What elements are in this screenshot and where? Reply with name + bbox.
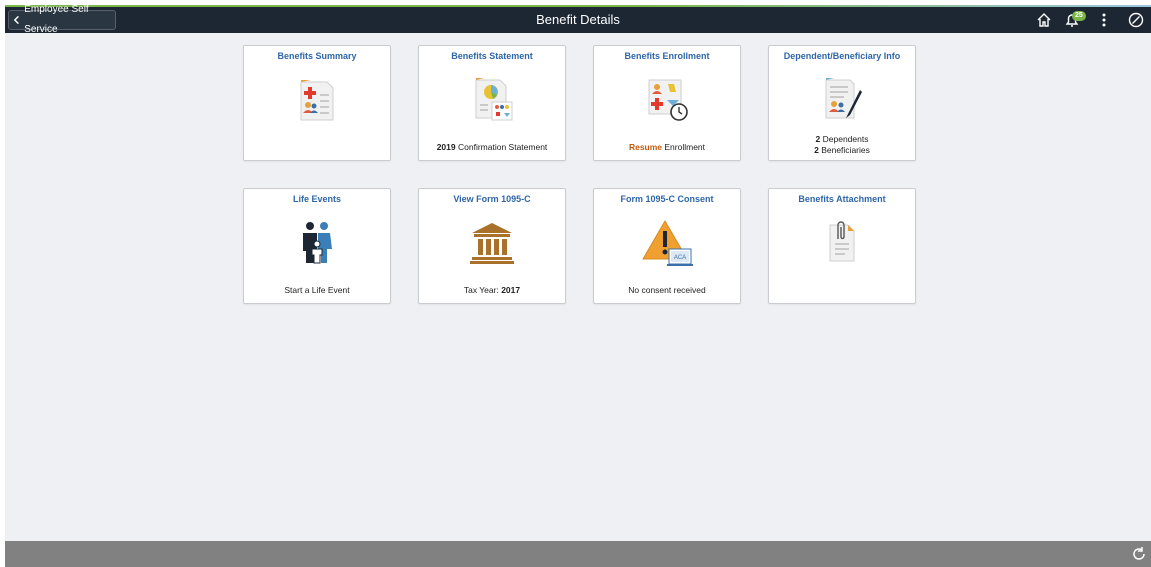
- tile-benefits-summary[interactable]: Benefits Summary: [243, 45, 391, 161]
- tile-benefits-enrollment[interactable]: Benefits Enrollment Resume Enrollment: [593, 45, 741, 161]
- tile-title: Dependent/Beneficiary Info: [783, 51, 901, 61]
- tile-status: Resume Enrollment: [628, 142, 706, 152]
- header-bar: Employee Self Service Benefit Details 25: [5, 4, 1151, 35]
- bank-building-icon: [470, 223, 514, 264]
- tile-benefits-attachment[interactable]: Benefits Attachment: [768, 188, 916, 304]
- notification-badge: 25: [1072, 11, 1086, 21]
- tile-title: Benefits Statement: [451, 51, 533, 61]
- tile-title: Form 1095-C Consent: [620, 194, 714, 204]
- footer-bar: [5, 541, 1151, 567]
- page-frame: Employee Self Service Benefit Details 25…: [5, 4, 1151, 567]
- benefits-enrollment-icon: [648, 79, 688, 121]
- tile-status: Start a Life Event: [284, 285, 350, 295]
- tile-view-form-1095c[interactable]: View Form 1095-C Tax Year: 2017: [418, 188, 566, 304]
- tile-title: Benefits Attachment: [798, 194, 886, 204]
- tile-title: Benefits Summary: [277, 51, 357, 61]
- home-icon[interactable]: [1035, 11, 1053, 29]
- tile-dependent-beneficiary-info[interactable]: Dependent/Beneficiary Info 2 Dependents …: [768, 45, 916, 161]
- family-icon: [303, 222, 332, 264]
- navbar-icon[interactable]: [1127, 11, 1145, 29]
- tile-status: Tax Year: 2017: [463, 285, 521, 295]
- aca-label: ACA: [674, 255, 686, 261]
- tile-form-1095c-consent[interactable]: Form 1095-C Consent ACA No consent recei…: [593, 188, 741, 304]
- tile-title: View Form 1095-C: [453, 194, 531, 204]
- tile-title: Life Events: [292, 194, 341, 204]
- beneficiaries-count: 2 Beneficiaries: [814, 145, 870, 155]
- actions-menu-icon[interactable]: [1095, 11, 1113, 29]
- dependent-info-icon: [825, 78, 862, 119]
- attachment-icon: [829, 221, 855, 262]
- dependents-count: 2 Dependents: [815, 134, 869, 144]
- page-title: Benefit Details: [536, 12, 620, 27]
- tile-life-events[interactable]: Life Events Start a Life Event: [243, 188, 391, 304]
- benefits-statement-icon: [475, 78, 513, 121]
- back-button[interactable]: Employee Self Service: [8, 4, 116, 35]
- tile-status: 2019 Confirmation Statement: [436, 142, 548, 152]
- warning-aca-icon: ACA: [642, 220, 693, 266]
- tile-status: No consent received: [628, 285, 706, 295]
- tile-title: Benefits Enrollment: [624, 51, 710, 61]
- tile-benefits-statement[interactable]: Benefits Statement 2019 Confirmation Sta…: [418, 45, 566, 161]
- chevron-left-icon: [13, 15, 19, 25]
- benefits-summary-icon: [300, 80, 334, 121]
- refresh-icon[interactable]: [1131, 546, 1147, 562]
- back-button-label: Employee Self Service: [24, 4, 89, 35]
